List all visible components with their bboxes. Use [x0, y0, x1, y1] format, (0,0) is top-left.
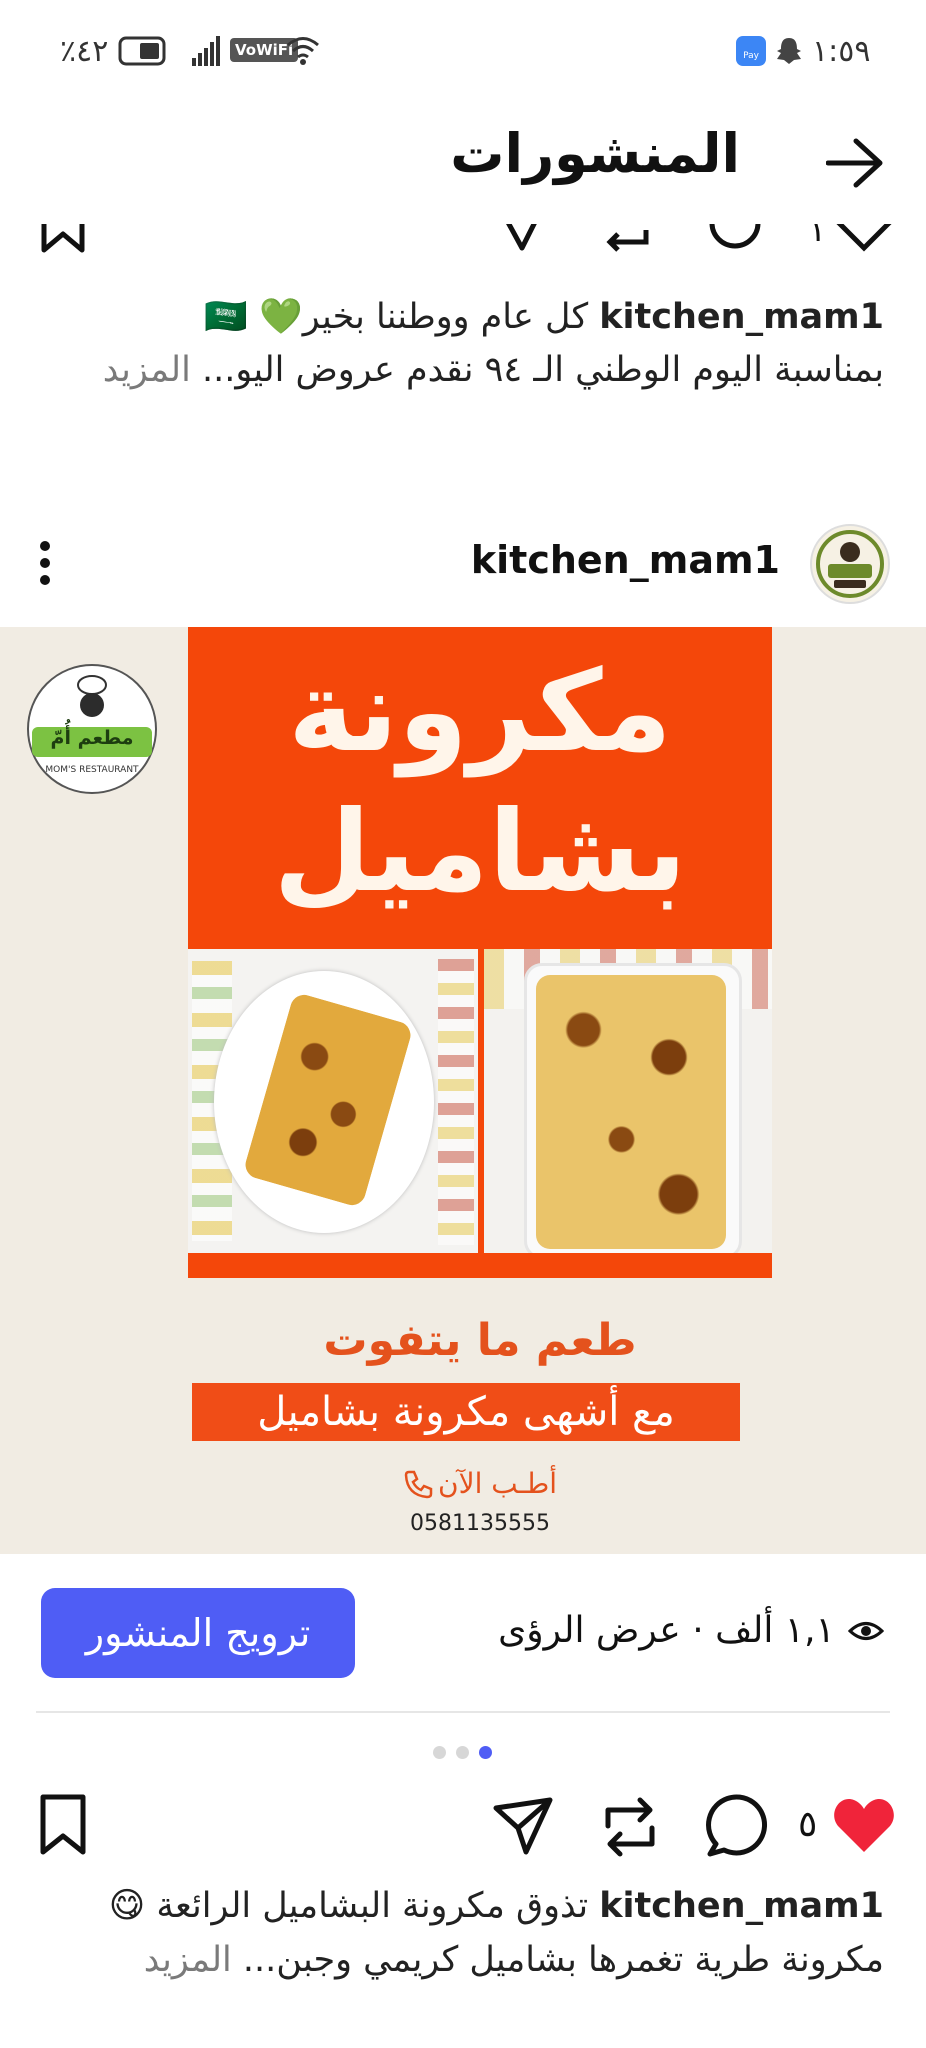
caption-text: بمناسبة اليوم الوطني الـ ٩٤ نقدم عروض ال… — [201, 350, 884, 390]
carousel-dot-1 — [433, 1746, 446, 1759]
status-bar: ٪٤٢ VoWiFi Pay ١:٥٩ — [0, 0, 926, 104]
caption-text: تذوق مكرونة البشاميل الرائعة 😋 — [108, 1886, 600, 1926]
phone-icon — [404, 1470, 433, 1498]
logo-english: MOM'S RESTAURANT — [45, 765, 139, 775]
image-title-line1: مكرونة — [288, 647, 672, 777]
post-header: kitchen_mam1 — [0, 520, 926, 604]
image-tagline: طعم ما يتفوت — [323, 1315, 637, 1366]
order-now-row: أطـب الآن — [188, 1467, 772, 1500]
heart-icon[interactable] — [832, 224, 896, 252]
top-app-bar: المنشورات — [0, 104, 926, 224]
post-caption-line2: مكرونة طرية تغمرها بشاميل كريمي وجبن... … — [144, 1940, 884, 1980]
heart-filled-icon[interactable] — [832, 1796, 896, 1854]
logo-arabic: مطعم أُمّ — [50, 727, 134, 749]
like-count: ٥ — [798, 1804, 818, 1845]
share-icon[interactable] — [492, 1796, 554, 1856]
prev-post-actions: ١ — [0, 224, 926, 264]
promote-post-button[interactable]: ترويج المنشور — [41, 1588, 355, 1678]
prev-post-caption-line2: بمناسبة اليوم الوطني الـ ٩٤ نقدم عروض ال… — [103, 350, 884, 390]
like-count: ١ — [808, 224, 827, 250]
kitchen-mama-logo-icon — [816, 530, 884, 598]
caption-text: مكرونة طرية تغمرها بشاميل كريمي وجبن... — [242, 1940, 884, 1980]
caption-username[interactable]: kitchen_mam1 — [599, 1886, 884, 1926]
carousel-dot-active — [479, 1746, 492, 1759]
repost-icon[interactable] — [600, 224, 656, 252]
restaurant-logo: مطعم أُمّ MOM'S RESTAURANT — [24, 661, 160, 797]
order-now-label: أطـب الآن — [438, 1467, 558, 1500]
bookmark-icon[interactable] — [40, 224, 86, 254]
view-insights-link[interactable]: ١,١ ألف · عرض الرؤى — [498, 1610, 885, 1651]
repost-icon[interactable] — [600, 1796, 660, 1858]
share-icon[interactable] — [494, 224, 550, 252]
comment-icon[interactable] — [706, 1794, 770, 1858]
food-photo-left — [188, 949, 478, 1253]
more-options-icon[interactable] — [38, 540, 52, 586]
snapchat-icon — [777, 38, 801, 64]
image-title-line2: بشاميل — [273, 787, 687, 917]
back-arrow-icon[interactable] — [826, 137, 884, 189]
eye-icon — [847, 1621, 885, 1640]
signal-icon — [192, 36, 220, 66]
post-username[interactable]: kitchen_mam1 — [471, 538, 780, 582]
avatar[interactable] — [810, 524, 890, 604]
phone-number: 0581135555 — [410, 1511, 550, 1536]
food-photo-right — [484, 949, 772, 1253]
carousel-dot-2 — [456, 1746, 469, 1759]
divider — [36, 1711, 890, 1713]
clock: ١:٥٩ — [812, 34, 871, 69]
battery-icon — [118, 36, 166, 66]
caption-text: كل عام ووطننا بخير💚 🇸🇦 — [204, 297, 600, 337]
caption-username[interactable]: kitchen_mam1 — [599, 297, 884, 337]
prev-post-caption-line1: kitchen_mam1 كل عام ووطننا بخير💚 🇸🇦 — [204, 296, 884, 337]
post-image[interactable]: مطعم أُمّ MOM'S RESTAURANT مكرونة بشاميل… — [0, 627, 926, 1554]
more-link[interactable]: المزيد — [144, 1940, 232, 1980]
page-title: المنشورات — [450, 122, 740, 185]
bookmark-icon[interactable] — [38, 1794, 88, 1856]
views-text: ١,١ ألف · عرض الرؤى — [498, 1610, 835, 1651]
more-link[interactable]: المزيد — [103, 350, 191, 390]
image-banner: مع أشهى مكرونة بشاميل — [192, 1383, 740, 1441]
post-actions: ٥ — [0, 1786, 926, 1866]
comment-icon[interactable] — [706, 224, 764, 254]
pay-app-icon: Pay — [736, 36, 766, 66]
post-caption-line1: kitchen_mam1 تذوق مكرونة البشاميل الرائع… — [109, 1886, 884, 1926]
image-banner-text: مع أشهى مكرونة بشاميل — [257, 1389, 675, 1435]
wifi-icon — [287, 37, 319, 65]
battery-percent: ٪٤٢ — [60, 34, 109, 69]
